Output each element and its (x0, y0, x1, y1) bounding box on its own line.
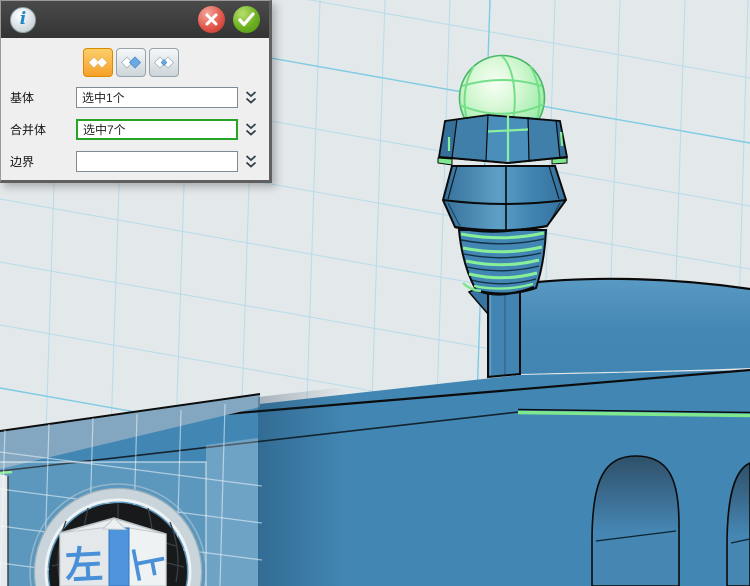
double-chevron-down-icon (245, 123, 257, 137)
confirm-button[interactable] (233, 6, 260, 33)
base-body-expand-button[interactable] (242, 89, 260, 107)
base-body-input[interactable] (76, 87, 238, 108)
spire-hex-cap[interactable] (438, 114, 567, 165)
boolean-subtract-button[interactable] (116, 48, 146, 77)
boolean-mode-toolbar (83, 48, 269, 77)
boolean-intersect-button[interactable] (149, 48, 179, 77)
boolean-intersect-icon (153, 55, 175, 71)
cancel-button[interactable] (198, 6, 225, 33)
viewcube-highlighted-edge[interactable] (109, 527, 129, 586)
field-row-boundary: 边界 (10, 150, 260, 173)
double-chevron-down-icon (245, 155, 257, 169)
boolean-command-dialog: i (0, 0, 272, 183)
viewcube-up-label[interactable]: 上 (125, 543, 169, 584)
field-row-base: 基体 (10, 86, 260, 109)
info-icon[interactable]: i (10, 7, 36, 33)
boolean-subtract-icon (120, 55, 142, 71)
merge-body-expand-button[interactable] (242, 121, 260, 139)
spire-column[interactable] (488, 284, 520, 377)
boolean-union-button[interactable] (83, 48, 113, 77)
cad-application-window: 左 上 i (0, 0, 750, 586)
dialog-titlebar[interactable]: i (1, 1, 269, 38)
field-row-merge: 合并体 (10, 118, 260, 141)
base-body-label: 基体 (10, 89, 76, 106)
merge-body-input[interactable] (76, 119, 238, 140)
viewcube-left-label[interactable]: 左 (64, 544, 104, 586)
check-icon (238, 12, 255, 27)
arch-niche[interactable] (592, 456, 679, 586)
merge-body-label: 合并体 (10, 121, 76, 138)
double-chevron-down-icon (245, 91, 257, 105)
boundary-expand-button[interactable] (242, 153, 260, 171)
spire-bell[interactable] (443, 166, 566, 232)
boundary-label: 边界 (10, 153, 76, 170)
close-icon (204, 12, 219, 27)
boundary-input[interactable] (76, 151, 238, 172)
boolean-union-icon (87, 55, 109, 71)
